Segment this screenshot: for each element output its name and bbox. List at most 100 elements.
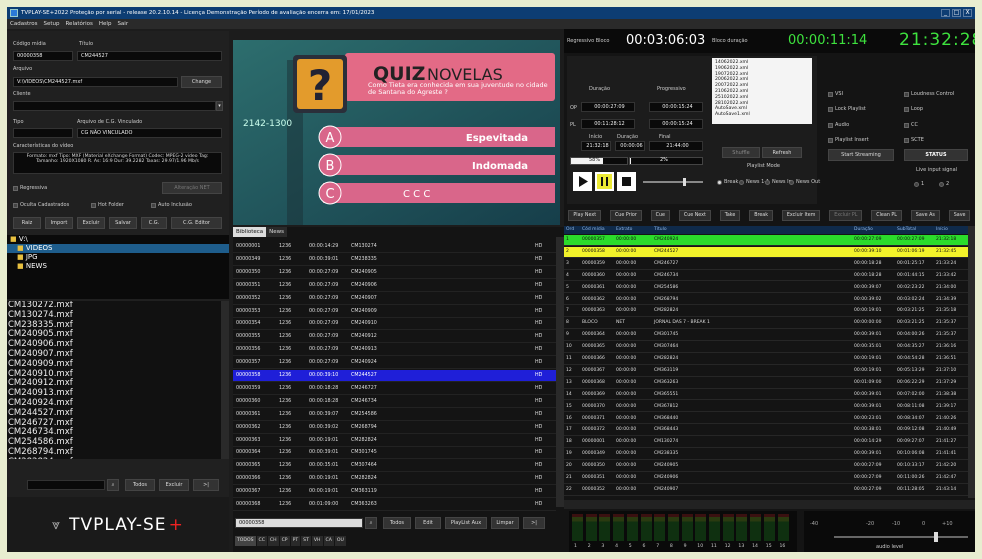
oculta-checkbox[interactable]: Oculta Cadastrados: [13, 202, 69, 208]
maximize-button[interactable]: □: [952, 9, 961, 17]
lock-playlist-checkbox[interactable]: Lock Playlist: [828, 106, 866, 112]
library-row[interactable]: 00000358 1236 00:00:39:10 CM244527 HD: [233, 370, 556, 382]
autoinc-checkbox[interactable]: Auto Inclusão: [151, 202, 192, 208]
playlist-row[interactable]: 22 00000352 00:00:00 CM240907 00:00:27:09 00:…: [564, 485, 968, 496]
regressiva-checkbox[interactable]: Regressiva: [13, 185, 47, 191]
toolbar-take[interactable]: Take: [719, 210, 741, 221]
playlist-files[interactable]: 14062022.xml 19062022.xml 19072022.xml 2006…: [712, 58, 812, 124]
excluir-button[interactable]: Excluir: [77, 217, 105, 229]
loudness-checkbox[interactable]: Loudness Control: [904, 91, 954, 97]
mode-news-out[interactable]: News Out: [789, 179, 820, 185]
playlist-col-header[interactable]: Duração: [854, 226, 873, 234]
seek-slider[interactable]: [643, 178, 703, 186]
playlist-row[interactable]: 15 00000370 00:00:00 CM367812 00:00:39:01 00:…: [564, 402, 968, 413]
vsi-checkbox[interactable]: VSI: [828, 91, 843, 97]
todos-button[interactable]: Todos: [383, 517, 411, 529]
menu-help[interactable]: Help: [99, 19, 112, 29]
filter-vh[interactable]: VH: [311, 536, 323, 546]
menu-relatorios[interactable]: Relatórios: [65, 19, 92, 29]
library-row[interactable]: 00000349 1236 00:00:39:01 CM238335 HD: [233, 254, 556, 266]
menu-sair[interactable]: Sair: [117, 19, 128, 29]
file-search-input[interactable]: [27, 480, 105, 490]
playlist-row[interactable]: 21 00000351 00:00:00 CM240906 00:00:27:09 00:…: [564, 473, 968, 484]
hotfolder-checkbox[interactable]: Hot Folder: [91, 202, 124, 208]
toolbar-break[interactable]: Break: [749, 210, 774, 221]
toolbar-cue[interactable]: Cue: [650, 210, 671, 221]
playlist-aux-button[interactable]: PlayList Aux: [445, 517, 487, 529]
alteracao-button[interactable]: Alteração NET: [162, 182, 222, 194]
playlist-row[interactable]: 6 00000362 00:00:00 CM268794 00:00:39:02 00:0…: [564, 295, 968, 306]
playlist-scrollbar[interactable]: [968, 226, 975, 498]
toolbar-save[interactable]: Save: [948, 210, 971, 221]
filter-cc[interactable]: CC: [256, 536, 267, 546]
playlist-row[interactable]: 12 00000367 00:00:00 CM363119 00:00:19:01 00:…: [564, 366, 968, 377]
file-list-scrollbar[interactable]: [221, 301, 229, 459]
file-item[interactable]: CM282824.mxf: [7, 457, 221, 459]
cliente-field[interactable]: [13, 101, 216, 111]
library-row[interactable]: 00000357 1236 00:00:27:09 CM240924 HD: [233, 357, 556, 370]
library-next-button[interactable]: >|: [523, 517, 545, 529]
library-row[interactable]: 00000360 1236 00:00:18:28 CM246734 HD: [233, 396, 556, 408]
library-row[interactable]: 00000366 1236 00:00:19:01 CM282824 HD: [233, 473, 556, 486]
filter-st[interactable]: ST: [301, 536, 311, 546]
edit-button[interactable]: Edit: [415, 517, 441, 529]
library-row[interactable]: 00000350 1236 00:00:27:09 CM240905 HD: [233, 267, 556, 279]
playlist-row[interactable]: 17 00000372 00:00:00 CM368443 00:00:38:01 00:…: [564, 425, 968, 437]
salvar-button[interactable]: Salvar: [109, 217, 137, 229]
filter-ca[interactable]: CA: [323, 536, 334, 546]
playlist-row[interactable]: 19 00000349 00:00:00 CM238335 00:00:39:01 00:…: [564, 449, 968, 460]
pause-button[interactable]: [595, 172, 614, 191]
refresh-button[interactable]: Refresh: [762, 147, 802, 158]
playlist-row[interactable]: 11 00000366 00:00:00 CM282824 00:00:19:01 00:…: [564, 354, 968, 365]
tree-jpg[interactable]: ■ JPG: [7, 253, 229, 262]
playlist-row[interactable]: 20 00000350 00:00:00 CM240905 00:00:27:09 00:…: [564, 461, 968, 472]
codigo-field[interactable]: 00000358: [13, 51, 73, 61]
playlist-row[interactable]: 3 00000359 00:00:00 CM246727 00:00:18:28 00:0…: [564, 259, 968, 270]
play-button[interactable]: [573, 172, 592, 191]
playlist-col-header[interactable]: Cód mídia: [582, 226, 605, 234]
titulo-field[interactable]: CM244527: [77, 51, 222, 61]
playlist-row[interactable]: 16 00000371 00:00:00 CM368440 00:00:23:01 00:…: [564, 414, 968, 425]
library-row[interactable]: 00000001 1236 00:00:14:29 CM130274 HD: [233, 241, 556, 253]
tree-news[interactable]: ■ NEWS: [7, 262, 229, 271]
arquivo-field[interactable]: V:\VIDEOS\CM244527.mxf: [13, 77, 178, 87]
search-icon[interactable]: ⌕: [107, 479, 119, 491]
playlist-row[interactable]: 2 00000358 00:00:00 CM244527 00:00:39:10 00:0…: [564, 246, 968, 258]
todos-files-button[interactable]: Todos: [125, 479, 155, 491]
filter-pt[interactable]: PT: [290, 536, 301, 546]
library-row[interactable]: 00000354 1236 00:00:27:09 CM240910 HD: [233, 318, 556, 331]
playlist-col-header[interactable]: SubTotal: [897, 226, 916, 234]
playlist-file-item[interactable]: AutoSave1.xml: [715, 112, 809, 118]
cc-checkbox[interactable]: CC: [904, 122, 918, 128]
excluir-files-button[interactable]: Excluir: [159, 479, 189, 491]
library-row[interactable]: 00000351 1236 00:00:27:09 CM240906 HD: [233, 280, 556, 292]
toolbar-play-next[interactable]: Play Next: [568, 210, 602, 221]
tree-videos[interactable]: ■ VIDEOS: [7, 244, 229, 253]
library-row[interactable]: 00000364 1236 00:00:39:01 CM301745 HD: [233, 447, 556, 460]
playlist-row[interactable]: 4 00000360 00:00:00 CM246734 00:00:18:28 00:0…: [564, 271, 968, 282]
playlist-row[interactable]: 8 BLOCO NET JORNAL DAS 7 - BREAK 1 00:00:00:…: [564, 318, 968, 330]
audio-level-slider[interactable]: [834, 532, 968, 542]
scte-checkbox[interactable]: SCTE: [904, 137, 924, 143]
toolbar-cue-next[interactable]: Cue Next: [678, 210, 711, 221]
toolbar-cue-prior[interactable]: Cue Prior: [609, 210, 642, 221]
playlist-row[interactable]: 13 00000368 00:00:00 CM363263 00:01:09:00 00:…: [564, 378, 968, 389]
playlist-row[interactable]: 9 00000364 00:00:00 CM301745 00:00:39:01 00:0…: [564, 330, 968, 341]
change-button[interactable]: Change: [181, 76, 222, 88]
close-button[interactable]: X: [963, 9, 972, 17]
limpar-button[interactable]: Limpar: [491, 517, 519, 529]
cg-button[interactable]: C.G.: [141, 217, 167, 229]
library-search-icon[interactable]: ⌕: [365, 517, 377, 529]
playlist-row[interactable]: 18 00000001 00:00:00 CM130274 00:00:14:29 00:…: [564, 437, 968, 449]
stop-button[interactable]: [617, 172, 636, 191]
library-row[interactable]: 00000367 1236 00:00:19:01 CM363119 HD: [233, 486, 556, 499]
library-row[interactable]: 00000356 1236 00:00:27:09 CM240913 HD: [233, 344, 556, 357]
library-row[interactable]: 00000368 1236 00:01:09:00 CM363263 HD: [233, 499, 556, 511]
mode-break[interactable]: Break: [717, 179, 738, 185]
playlist-col-header[interactable]: Extrato: [616, 226, 632, 234]
library-row[interactable]: 00000362 1236 00:00:39:02 CM268794 HD: [233, 422, 556, 434]
filter-ou[interactable]: OU: [334, 536, 346, 546]
toolbar-excluir-item[interactable]: Excluir Item: [781, 210, 821, 221]
playlist-row[interactable]: 5 00000361 00:00:00 CM254586 00:00:39:07 00:0…: [564, 283, 968, 294]
shuffle-button[interactable]: Shuffle: [722, 147, 760, 158]
